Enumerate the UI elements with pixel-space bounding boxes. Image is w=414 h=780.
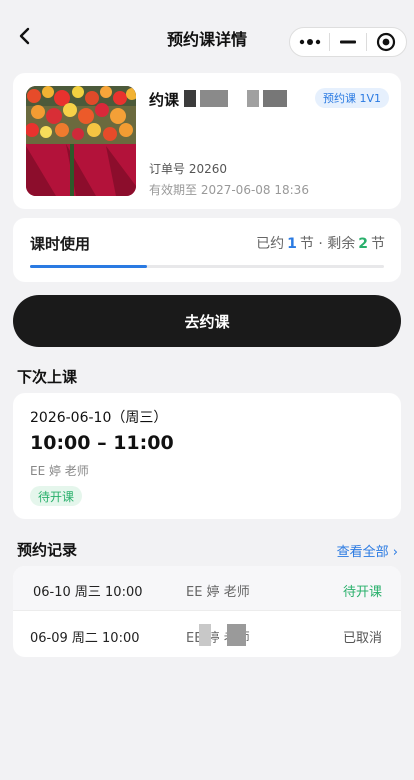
- course-name: 约课: [149, 91, 180, 109]
- usage-card: 课时使用 已约 1 节 · 剩余 2 节: [13, 218, 401, 282]
- redacted-block: [200, 90, 228, 107]
- course-type-badge: 预约课 1V1: [314, 88, 389, 108]
- next-class-time: 10:00 – 11:00: [30, 432, 174, 454]
- booked-count: 1: [287, 236, 297, 252]
- records-list: 06-10 周三 10:00 EE 婷 老师 待开课 06-09 周二 10:0…: [13, 566, 401, 657]
- usage-stats: 已约 1 节 · 剩余 2 节: [256, 233, 385, 253]
- redacted-block: [184, 90, 196, 107]
- next-class-section-title: 下次上课: [17, 368, 78, 386]
- redacted-block: [247, 90, 259, 107]
- record-date: 06-10 周三 10:00: [33, 585, 143, 600]
- record-row[interactable]: 06-09 周二 10:00 EE 婷 老师 已取消: [13, 612, 401, 657]
- record-date: 06-09 周二 10:00: [30, 631, 140, 646]
- records-section-title: 预约记录: [17, 541, 78, 559]
- record-teacher: EE 婷 老师: [186, 585, 250, 600]
- more-button[interactable]: [290, 27, 329, 57]
- nav-bar: 预约课详情: [0, 0, 414, 70]
- minimize-button[interactable]: [330, 27, 365, 57]
- redacted-block: [199, 624, 211, 646]
- remaining-count: 2: [358, 236, 368, 252]
- course-thumbnail: [26, 86, 136, 196]
- usage-title: 课时使用: [30, 235, 91, 253]
- record-status: 待开课: [342, 585, 382, 600]
- next-class-date: 2026-06-10（周三）: [30, 410, 168, 426]
- close-button[interactable]: [367, 27, 406, 57]
- valid-until: 有效期至 2027-06-08 18:36: [149, 183, 309, 197]
- redacted-block: [263, 90, 287, 107]
- order-card: 约课 预约课 1V1 订单号 20260 有效期至 2027-06-08 18:…: [13, 73, 401, 209]
- view-all-link[interactable]: 查看全部 ›: [337, 541, 398, 560]
- target-close-icon: [377, 32, 396, 52]
- usage-progress-fill: [30, 265, 147, 268]
- booked-unit: 节 · 剩余: [299, 236, 356, 252]
- book-class-button[interactable]: 去约课: [13, 295, 401, 347]
- next-class-teacher: EE 婷 老师: [30, 464, 89, 478]
- redacted-block: [227, 624, 246, 646]
- order-number: 订单号 20260: [149, 162, 227, 176]
- record-row[interactable]: 06-10 周三 10:00 EE 婷 老师 待开课: [13, 566, 401, 611]
- mini-program-capsule: [289, 27, 407, 57]
- more-dots-icon: [299, 39, 320, 45]
- next-class-card[interactable]: 2026-06-10（周三） 10:00 – 11:00 EE 婷 老师 待开课: [13, 393, 401, 519]
- remaining-unit: 节: [371, 236, 385, 252]
- usage-progress-bar: [30, 265, 384, 268]
- record-status: 已取消: [342, 631, 382, 646]
- next-class-status-badge: 待开课: [30, 486, 83, 506]
- booked-prefix: 已约: [256, 236, 285, 252]
- minimize-icon: [340, 40, 356, 44]
